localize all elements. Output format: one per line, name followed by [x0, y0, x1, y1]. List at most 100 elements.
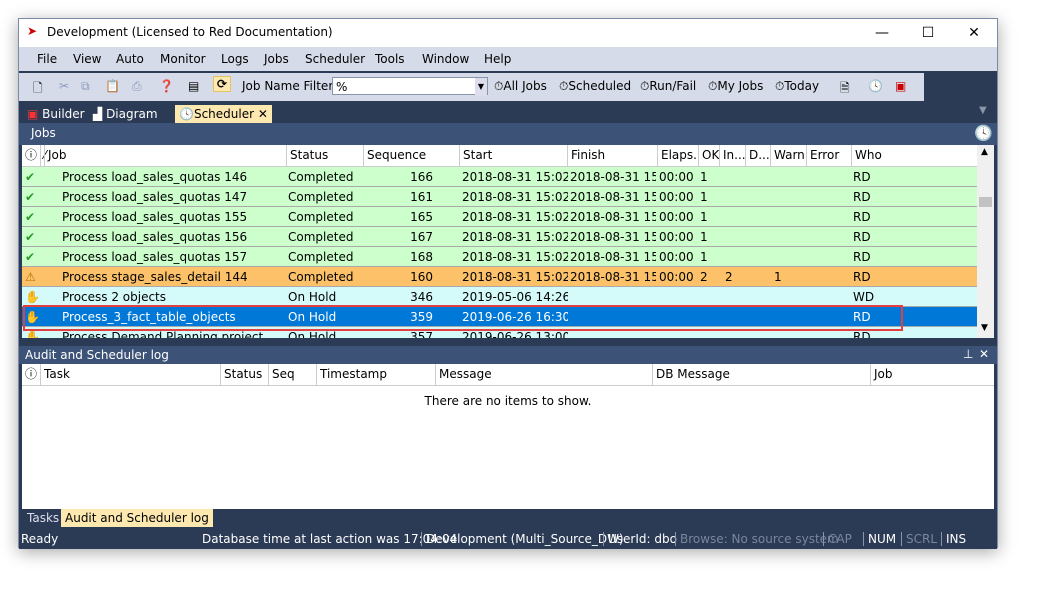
menu-view[interactable]: View [73, 52, 101, 66]
jobs-header-row: ⓘ Job ⁄ Status Sequence Start Finish Ela… [22, 145, 977, 167]
refresh-icon[interactable]: ⟳ [213, 76, 232, 92]
menu-scheduler[interactable]: Scheduler [305, 52, 365, 66]
status-num: NUM [863, 532, 896, 546]
cell-elapsed: 00:00 [659, 210, 694, 224]
col-start[interactable]: Start [459, 145, 567, 166]
col-task[interactable]: Task [40, 364, 220, 385]
cell-status: Completed [288, 170, 354, 184]
cell-who: RD [853, 270, 871, 284]
job-name-filter-input[interactable]: % ▼ [332, 77, 488, 96]
close-button[interactable]: ✕ [951, 19, 997, 47]
cell-start: 2019-06-26 16:30:00 [462, 310, 568, 324]
job-row[interactable]: ✔ Process load_sales_quotas 157 Completed 1… [22, 247, 977, 267]
warning-icon: ⚠ [25, 270, 36, 284]
status-bar: Ready Database time at last action was 1… [19, 529, 997, 549]
clock-icon[interactable]: 🕓 [868, 79, 883, 93]
all-jobs-label: All Jobs [503, 79, 547, 93]
scroll-thumb[interactable] [979, 197, 992, 207]
pin-icon[interactable]: ⊥ [963, 347, 973, 361]
new-icon[interactable]: 🗋 [33, 79, 43, 100]
status-cap: CAP [823, 532, 852, 546]
tab-list-dropdown-icon[interactable]: ▼ [979, 105, 987, 116]
cell-who: RD [853, 250, 871, 264]
col-job[interactable]: Job [870, 364, 994, 385]
scroll-up-icon[interactable]: ▲ [981, 147, 988, 157]
job-row[interactable]: ✔ Process load_sales_quotas 147 Completed 1… [22, 187, 977, 207]
maximize-button[interactable]: ☐ [905, 19, 951, 47]
job-row[interactable]: ✔ Process load_sales_quotas 155 Completed 1… [22, 207, 977, 227]
builder-window-icon[interactable]: ▣ [895, 79, 906, 93]
menu-help[interactable]: Help [484, 52, 511, 66]
print-icon[interactable]: ⎙ [132, 79, 142, 94]
clock-icon[interactable]: 🕓 [974, 124, 993, 142]
cell-ok: 1 [700, 210, 708, 224]
col-db-message[interactable]: DB Message [652, 364, 869, 385]
menu-jobs[interactable]: Jobs [264, 52, 289, 66]
close-tab-icon[interactable]: ✕ [258, 107, 268, 121]
job-row[interactable]: ⚠ Process stage_sales_detail 144 Completed… [22, 267, 977, 287]
tab-builder[interactable]: ▣ Builder [23, 105, 89, 123]
diagram-icon: ▟ [93, 107, 103, 121]
copy-icon[interactable]: ⧉ [81, 79, 90, 94]
tab-scheduler-label: Scheduler [193, 107, 255, 121]
job-row[interactable]: ✔ Process load_sales_quotas 146 Completed 1… [22, 167, 977, 187]
paste-icon[interactable]: 📋 [105, 79, 120, 93]
col-timestamp[interactable]: Timestamp [316, 364, 435, 385]
col-elapsed[interactable]: Elaps... [657, 145, 698, 166]
cut-icon[interactable]: ✂ [59, 79, 69, 93]
menu-tools[interactable]: Tools [375, 52, 405, 66]
col-job[interactable]: Job ⁄ [40, 145, 284, 166]
info-icon: ⓘ [25, 367, 38, 381]
cell-status: On Hold [288, 330, 337, 338]
minimize-button[interactable]: — [859, 19, 905, 47]
status-connection: Development (Multi_Source_DW) [421, 532, 624, 546]
col-who[interactable]: Who [851, 145, 975, 166]
job-row[interactable]: ✋ Process_3_fact_table_objects On Hold 359 2… [22, 307, 977, 327]
dropdown-arrow-icon[interactable]: ▼ [475, 78, 487, 96]
tab-diagram-label: Diagram [106, 107, 158, 121]
run-fail-button[interactable]: ⏱Run/Fail [640, 79, 696, 94]
col-message[interactable]: Message [435, 364, 652, 385]
col-status[interactable]: Status [286, 145, 363, 166]
col-error[interactable]: Error [806, 145, 851, 166]
help-icon[interactable]: ❓ [159, 79, 174, 93]
menu-monitor[interactable]: Monitor [160, 52, 206, 66]
menu-window[interactable]: Window [422, 52, 469, 66]
menu-logs[interactable]: Logs [221, 52, 249, 66]
all-jobs-button[interactable]: ⏱All Jobs [494, 79, 547, 94]
clipboard-icon[interactable]: ▤ [188, 79, 199, 93]
close-panel-icon[interactable]: ✕ [979, 347, 989, 361]
tab-diagram[interactable]: ▟ Diagram [89, 105, 162, 123]
col-status[interactable]: Status [220, 364, 266, 385]
cell-ok: 1 [700, 230, 708, 244]
tab-tasks[interactable]: Tasks [23, 509, 63, 527]
col-seq[interactable]: Seq [268, 364, 314, 385]
menu-auto[interactable]: Auto [116, 52, 144, 66]
cell-status: On Hold [288, 290, 337, 304]
col-warn[interactable]: Warn [770, 145, 806, 166]
job-row[interactable]: ✋ Process 2 objects On Hold 346 2019-05-06 1… [22, 287, 977, 307]
scheduled-button[interactable]: ⏱Scheduled [559, 79, 631, 94]
tab-audit-log[interactable]: Audit and Scheduler log [61, 509, 213, 527]
status-scrl: SCRL [901, 532, 937, 546]
cell-job: Process Demand Planning project [62, 330, 264, 338]
col-detail[interactable]: D... [745, 145, 770, 166]
job-row[interactable]: ✋ Process Demand Planning project On Hold 3… [22, 327, 977, 338]
menu-file[interactable]: File [37, 52, 57, 66]
scroll-down-icon[interactable]: ▼ [981, 323, 988, 333]
report-icon[interactable]: 🗎 [840, 79, 850, 100]
cell-finish: 2018-08-31 15:... [570, 170, 656, 184]
col-sequence[interactable]: Sequence [363, 145, 459, 166]
col-finish[interactable]: Finish [567, 145, 657, 166]
toolbar: 🗋 ✂ ⧉ 📋 ⎙ ❓ ▤ ⟳ Job Name Filter: % ▼ ⏱All… [19, 73, 924, 101]
cell-who: RD [853, 190, 871, 204]
col-ok[interactable]: OK [698, 145, 719, 166]
my-jobs-button[interactable]: ⏱My Jobs [708, 79, 763, 94]
audit-header-row: ⓘ Task Status Seq Timestamp Message DB M… [22, 364, 994, 386]
job-row[interactable]: ✔ Process load_sales_quotas 156 Completed 1… [22, 227, 977, 247]
col-info[interactable]: In... [719, 145, 745, 166]
jobs-scrollbar[interactable]: ▲ ▼ [977, 145, 994, 338]
tab-scheduler[interactable]: 🕓Scheduler ✕ [175, 105, 272, 123]
cell-start: 2018-08-31 15:02:35 [462, 170, 568, 184]
today-button[interactable]: ⏱Today [775, 79, 819, 94]
